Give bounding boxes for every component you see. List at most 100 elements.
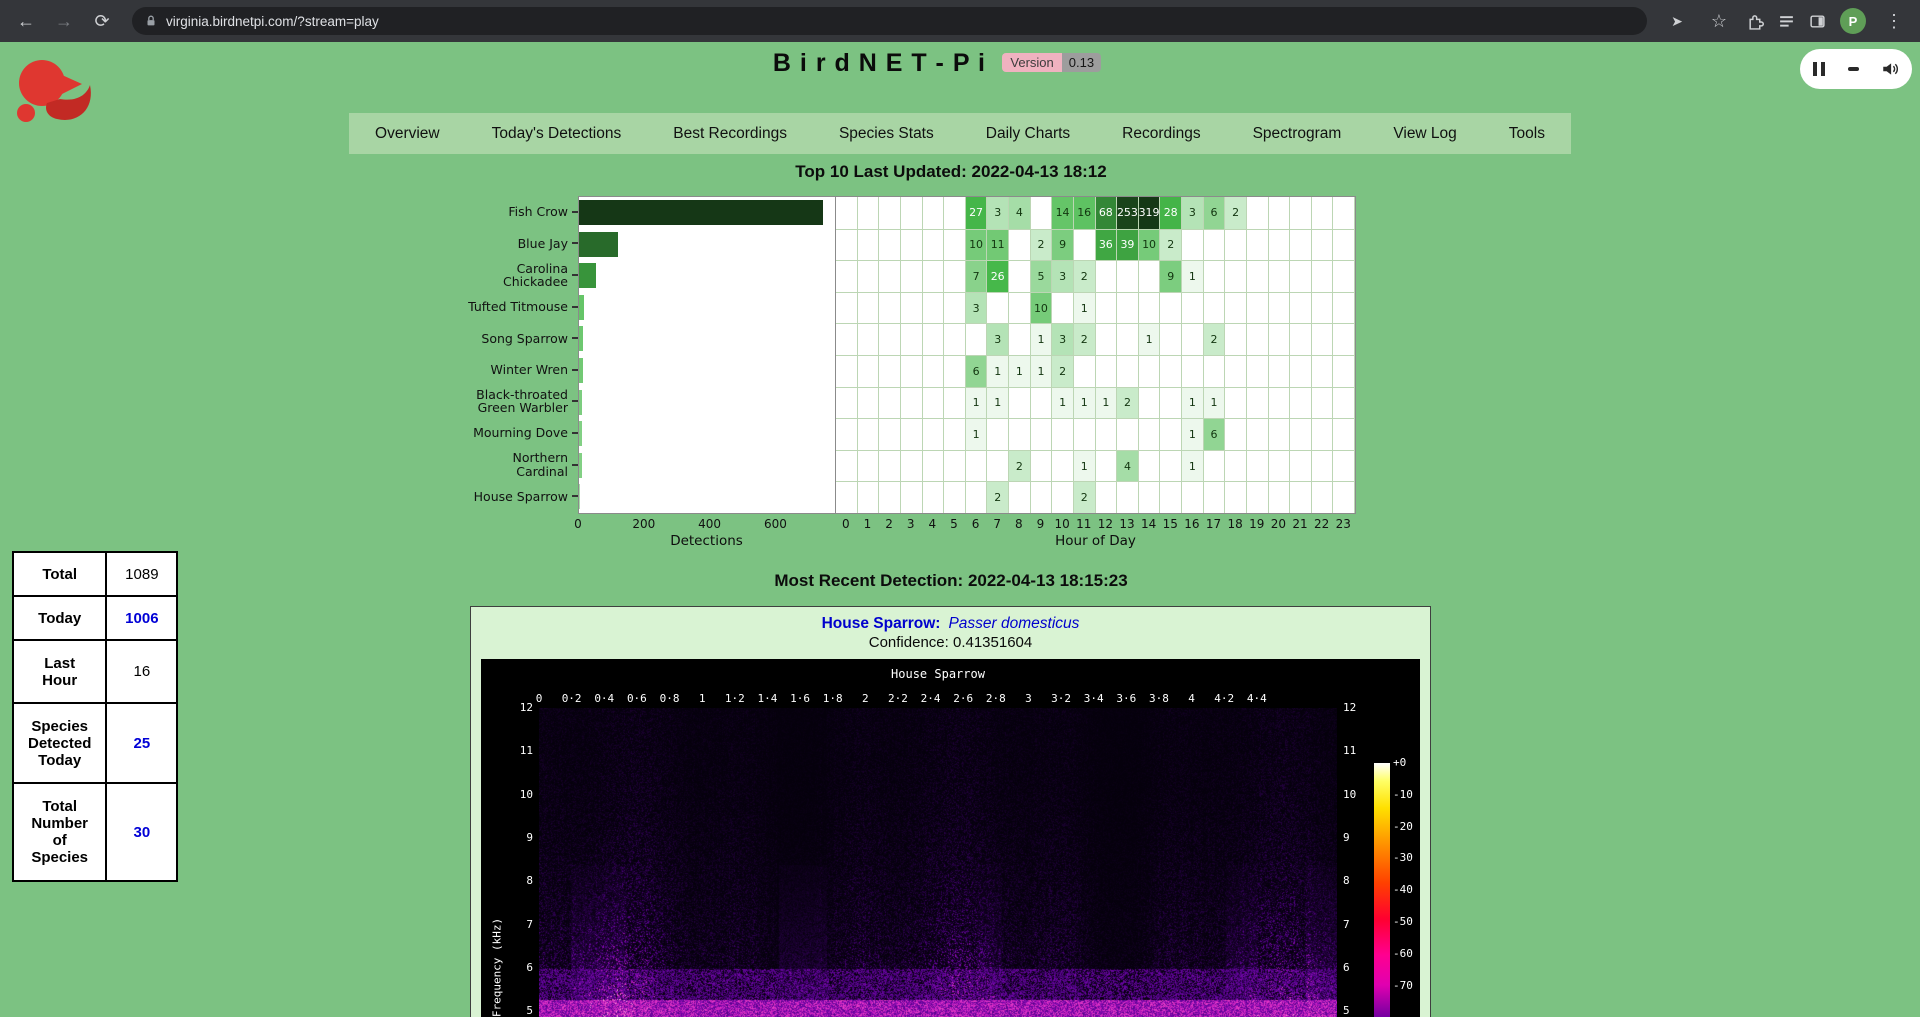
stat-label: Species Detected Today	[13, 703, 106, 783]
heatmap-cell	[923, 323, 945, 355]
heatmap-cell: 6	[1204, 197, 1226, 229]
hour-axis-tick: 0	[842, 517, 850, 531]
heatmap-cell	[879, 355, 901, 387]
heatmap-cell: 27	[966, 197, 988, 229]
profile-avatar[interactable]: P	[1840, 8, 1866, 34]
heatmap-cell	[901, 292, 923, 324]
heatmap-cell	[1269, 418, 1291, 450]
version-badge: Version0.13	[1002, 53, 1101, 72]
heatmap-cell	[1269, 260, 1291, 292]
address-bar[interactable]: virginia.birdnetpi.com/?stream=play	[132, 7, 1647, 35]
heatmap-cell	[966, 481, 988, 513]
side-panel-icon[interactable]	[1809, 13, 1826, 30]
heatmap-cell	[1247, 481, 1269, 513]
heatmap-cell	[1139, 387, 1161, 419]
hour-axis-tick: 1	[864, 517, 872, 531]
nav-item-best-recordings[interactable]: Best Recordings	[647, 125, 813, 143]
heatmap-cell	[1096, 450, 1118, 482]
nav-item-view-log[interactable]: View Log	[1367, 125, 1482, 143]
species-common-link[interactable]: House Sparrow:	[822, 615, 941, 632]
heatmap-cell	[1160, 450, 1182, 482]
heatmap-cell: 2	[1052, 355, 1074, 387]
heatmap-cell	[1096, 323, 1118, 355]
bookmark-star-icon[interactable]: ☆	[1705, 7, 1733, 35]
spec-y-tick: 5	[1343, 1004, 1373, 1017]
spec-x-tick: 2·8	[986, 692, 1006, 705]
detections-bar	[579, 418, 835, 450]
spec-x-tick: 1·2	[725, 692, 745, 705]
stats-table: Total1089Today1006Last Hour16Species Det…	[12, 551, 178, 882]
hour-axis-tick: 17	[1206, 517, 1221, 531]
volume-icon[interactable]	[1881, 60, 1899, 78]
nav-item-overview[interactable]: Overview	[349, 125, 466, 143]
heatmap-cell: 9	[1052, 229, 1074, 261]
nav-item-species-stats[interactable]: Species Stats	[813, 125, 960, 143]
spec-x-tick: 4·2	[1214, 692, 1234, 705]
stat-label: Total Number of Species	[13, 783, 106, 881]
spec-y-tick: 10	[1343, 788, 1373, 801]
extensions-icon[interactable]	[1747, 13, 1764, 30]
stat-value[interactable]: 1006	[106, 596, 177, 640]
heatmap-cell	[1052, 450, 1074, 482]
hour-axis-tick: 4	[929, 517, 937, 531]
heatmap-cell	[1247, 292, 1269, 324]
forward-icon[interactable]: →	[50, 7, 78, 35]
reading-list-icon[interactable]	[1778, 13, 1795, 30]
heatmap-cell	[901, 355, 923, 387]
heatmap-cell	[1204, 481, 1226, 513]
species-label: Song Sparrow	[464, 322, 578, 354]
stat-value[interactable]: 25	[106, 703, 177, 783]
heatmap-cell	[901, 418, 923, 450]
heatmap-cell	[1247, 450, 1269, 482]
colorbar-tick: -60	[1393, 947, 1413, 960]
heatmap-cell: 1	[1182, 387, 1204, 419]
nav-item-recordings[interactable]: Recordings	[1096, 125, 1226, 143]
back-icon[interactable]: ←	[12, 7, 40, 35]
heatmap-cell	[1269, 355, 1291, 387]
heatmap-cell: 253	[1117, 197, 1139, 229]
nav-item-today-s-detections[interactable]: Today's Detections	[466, 125, 648, 143]
heatmap-cell: 2	[1074, 260, 1096, 292]
reload-icon[interactable]: ⟳	[88, 7, 116, 35]
menu-icon[interactable]: ⋮	[1880, 7, 1908, 35]
spec-y-tick: 11	[1343, 744, 1373, 757]
heatmap-cell	[944, 450, 966, 482]
hour-axis-tick: 13	[1119, 517, 1134, 531]
send-icon[interactable]: ➤	[1663, 7, 1691, 35]
heatmap-cell	[901, 387, 923, 419]
heatmap-cell	[1247, 260, 1269, 292]
heatmap-cell	[1269, 323, 1291, 355]
heatmap-cell	[944, 481, 966, 513]
heatmap-cell: 14	[1052, 197, 1074, 229]
stat-value[interactable]: 30	[106, 783, 177, 881]
heatmap-cell	[1182, 292, 1204, 324]
heatmap-cell	[1117, 355, 1139, 387]
heatmap-cell	[1269, 481, 1291, 513]
lock-icon[interactable]	[144, 14, 158, 28]
heatmap-cell	[836, 387, 858, 419]
nav-item-spectrogram[interactable]: Spectrogram	[1227, 125, 1368, 143]
detection-species-line: House Sparrow: Passer domesticus	[471, 615, 1430, 634]
heatmap-cell	[858, 387, 880, 419]
stats-row: Total Number of Species30	[13, 783, 177, 881]
heatmap-cell	[987, 418, 1009, 450]
heatmap-cell	[923, 197, 945, 229]
heatmap-cell	[1074, 355, 1096, 387]
heatmap-cell	[1269, 229, 1291, 261]
heatmap-cell	[1139, 450, 1161, 482]
heatmap-cell: 2	[1074, 481, 1096, 513]
colorbar-tick: -70	[1393, 979, 1413, 992]
heatmap-cell	[1096, 355, 1118, 387]
heatmap-cell	[1225, 450, 1247, 482]
species-scientific-link[interactable]: Passer domesticus	[948, 615, 1079, 632]
nav-item-daily-charts[interactable]: Daily Charts	[960, 125, 1096, 143]
nav-item-tools[interactable]: Tools	[1483, 125, 1571, 143]
heatmap-cell: 10	[1031, 292, 1053, 324]
heatmap-cell	[879, 292, 901, 324]
heatmap-cell	[1247, 418, 1269, 450]
confidence-text: Confidence: 0.41351604	[471, 634, 1430, 653]
heatmap-cell: 1	[966, 418, 988, 450]
heatmap-cell	[1182, 323, 1204, 355]
heatmap-cell	[1204, 260, 1226, 292]
spec-y-tick: 6	[1343, 961, 1373, 974]
